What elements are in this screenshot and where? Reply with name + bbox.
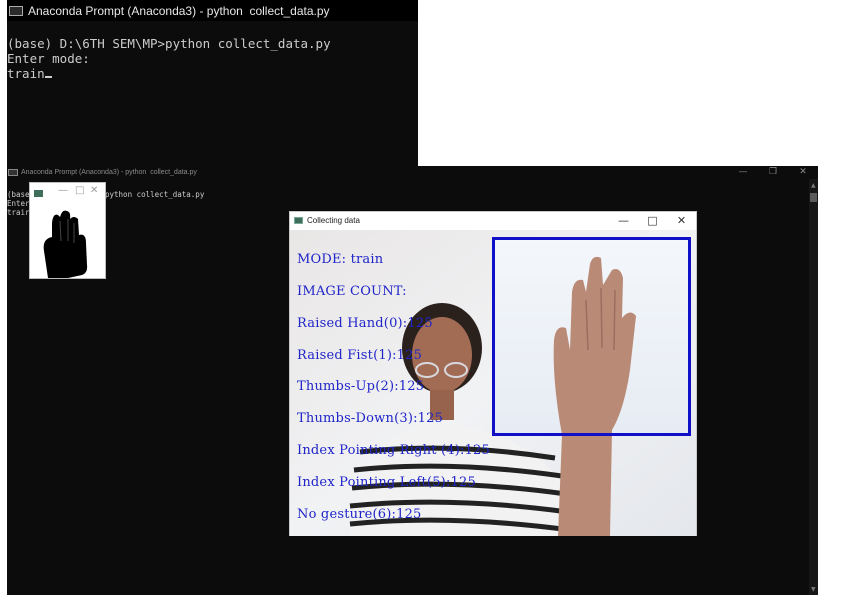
gesture-count-no-gesture: No gesture(6):125	[297, 507, 422, 522]
webcam-feed: MODE: train IMAGE COUNT: Raised Hand(0):…	[290, 230, 696, 536]
scroll-down-arrow-icon[interactable]: ▼	[811, 587, 816, 593]
terminal-line: Enter	[7, 199, 30, 208]
scrollbar-thumb[interactable]	[810, 193, 817, 202]
gesture-count-raised-fist: Raised Fist(1):125	[297, 348, 423, 363]
minimize-button[interactable]: —	[609, 212, 638, 229]
terminal-line: Enter mode:	[7, 51, 90, 66]
gesture-count-raised-hand: Raised Hand(0):125	[297, 316, 433, 331]
mask-window-titlebar[interactable]: — □ ✕	[30, 183, 105, 203]
text-cursor	[44, 76, 52, 78]
maximize-button[interactable]: □	[75, 185, 84, 196]
gesture-count-index-right: Index Pointing Right (4):125	[297, 443, 490, 458]
terminal-line: train	[7, 66, 45, 81]
scroll-up-arrow-icon[interactable]: ▲	[811, 183, 816, 189]
terminal-line: (base	[7, 190, 30, 199]
terminal-icon	[9, 5, 23, 16]
minimize-button[interactable]: —	[58, 185, 68, 196]
top-terminal-titlebar[interactable]: Anaconda Prompt (Anaconda3) - python col…	[7, 0, 418, 21]
close-button[interactable]: ✕	[90, 185, 98, 196]
maximize-button[interactable]: □	[638, 212, 667, 229]
hand-mask-image	[30, 203, 105, 278]
camera-window-title: Collecting data	[307, 216, 360, 225]
minimize-button[interactable]: —	[728, 166, 758, 179]
window-icon	[34, 189, 43, 197]
top-terminal-window[interactable]: Anaconda Prompt (Anaconda3) - python col…	[7, 0, 418, 166]
gesture-count-thumbs-up: Thumbs-Up(2):125	[297, 379, 425, 394]
terminal-line: trair	[7, 208, 30, 217]
terminal-line: (base) D:\6TH SEM\MP>python collect_data…	[7, 36, 331, 51]
terminal-line: python collect_data.py	[105, 190, 205, 199]
vertical-scrollbar[interactable]: ▲ ▼	[809, 179, 818, 595]
image-count-label: IMAGE COUNT:	[297, 284, 407, 299]
close-button[interactable]: ✕	[667, 212, 696, 229]
gesture-count-index-left: Index Pointing Left(5):125	[297, 475, 476, 490]
mode-label: MODE: train	[297, 252, 384, 267]
roi-bounding-box	[492, 237, 691, 436]
bottom-terminal-title: Anaconda Prompt (Anaconda3) - python col…	[21, 169, 197, 176]
collecting-data-window[interactable]: Collecting data — □ ✕ MODE: train IMAGE …	[289, 211, 697, 536]
bottom-terminal-titlebar[interactable]: Anaconda Prompt (Anaconda3) - python col…	[7, 166, 818, 179]
close-button[interactable]: ✕	[788, 166, 818, 179]
window-icon	[294, 217, 303, 224]
hand-mask-window[interactable]: — □ ✕	[29, 182, 106, 279]
gesture-count-thumbs-down: Thumbs-Down(3):125	[297, 411, 444, 426]
restore-button[interactable]: ❐	[758, 166, 788, 179]
camera-window-titlebar[interactable]: Collecting data — □ ✕	[290, 212, 696, 229]
top-terminal-title: Anaconda Prompt (Anaconda3) - python col…	[28, 3, 330, 18]
terminal-icon	[8, 169, 18, 176]
top-terminal-output[interactable]: (base) D:\6TH SEM\MP>python collect_data…	[7, 21, 418, 81]
